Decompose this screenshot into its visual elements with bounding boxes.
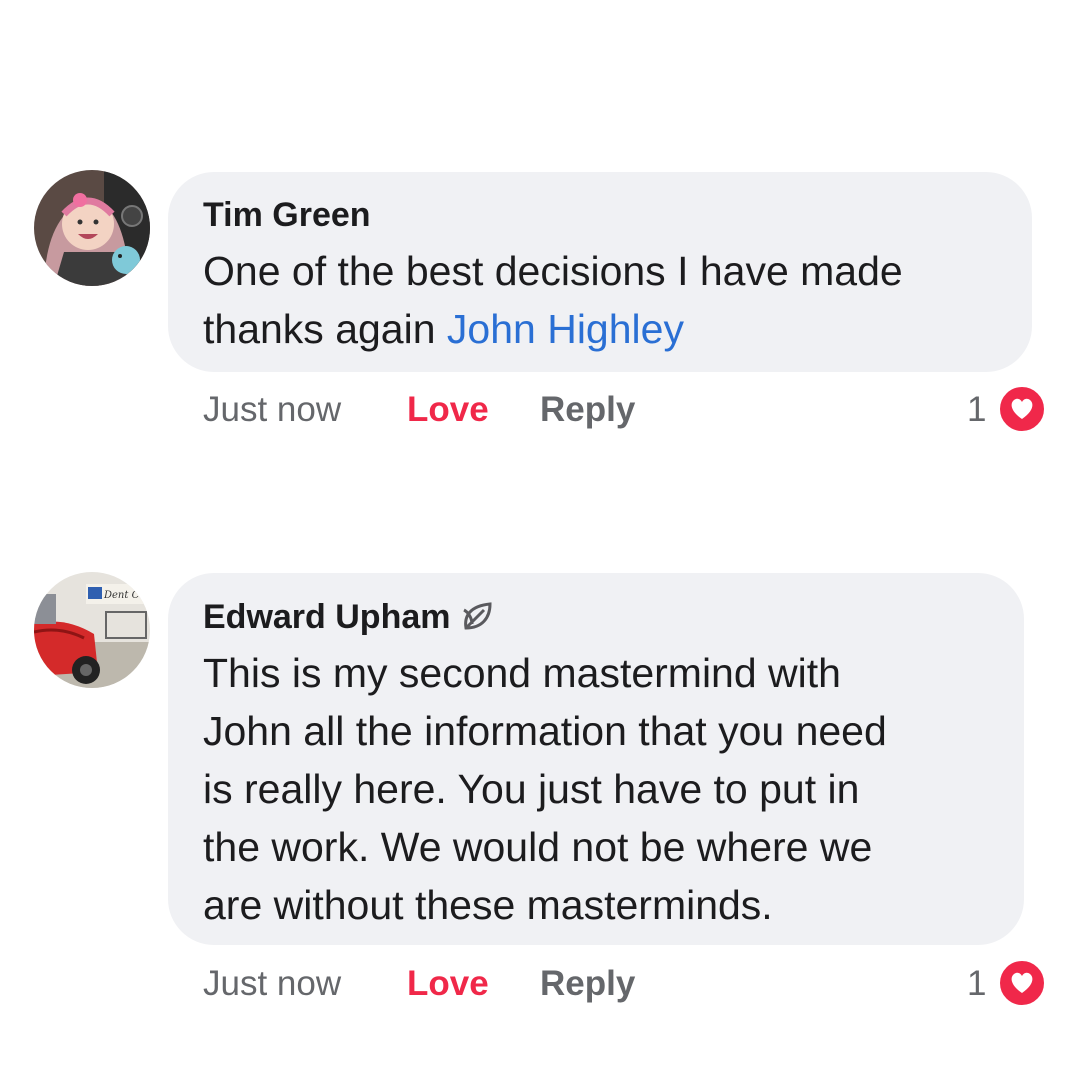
comment-timestamp[interactable]: Just now [203, 390, 341, 430]
baby-avatar-icon [34, 170, 150, 286]
comments-thread: Tim Green One of the best decisions I ha… [0, 0, 1080, 1080]
car-shop-avatar-icon: Dent Co [34, 572, 150, 688]
avatar-edward-upham[interactable]: Dent Co [34, 572, 150, 688]
reply-button[interactable]: Reply [540, 964, 635, 1004]
comment-text: One of the best decisions I have made th… [203, 242, 903, 358]
love-button[interactable]: Love [407, 390, 489, 430]
comment-author[interactable]: Tim Green [203, 196, 371, 235]
avatar-tim-green[interactable] [34, 170, 150, 286]
comment-text-line: is really here. You just have to put in [203, 766, 860, 812]
love-button[interactable]: Love [407, 964, 489, 1004]
reply-button[interactable]: Reply [540, 390, 635, 430]
reaction-count[interactable]: 1 [967, 964, 986, 1004]
comment-timestamp[interactable]: Just now [203, 964, 341, 1004]
svg-text:Dent Co: Dent Co [103, 590, 145, 601]
comment-text-line: This is my second mastermind with [203, 650, 841, 696]
comment-text-line: the work. We would not be where we [203, 824, 873, 870]
leaf-icon [463, 602, 492, 630]
comment-text-line: are without these masterminds. [203, 882, 773, 928]
reaction-count[interactable]: 1 [967, 390, 986, 430]
heart-icon[interactable] [997, 958, 1047, 1008]
comment-text-line: John all the information that you need [203, 708, 887, 754]
comment-text: This is my second mastermind with John a… [203, 644, 887, 934]
comment-text-line: thanks again [203, 306, 447, 352]
comment-text-line: One of the best decisions I have made [203, 248, 903, 294]
comment-author[interactable]: Edward Upham [203, 598, 450, 636]
mention-link[interactable]: John Highley [447, 306, 684, 352]
comment-author-row: Edward Upham [203, 598, 494, 637]
heart-icon[interactable] [997, 384, 1047, 434]
